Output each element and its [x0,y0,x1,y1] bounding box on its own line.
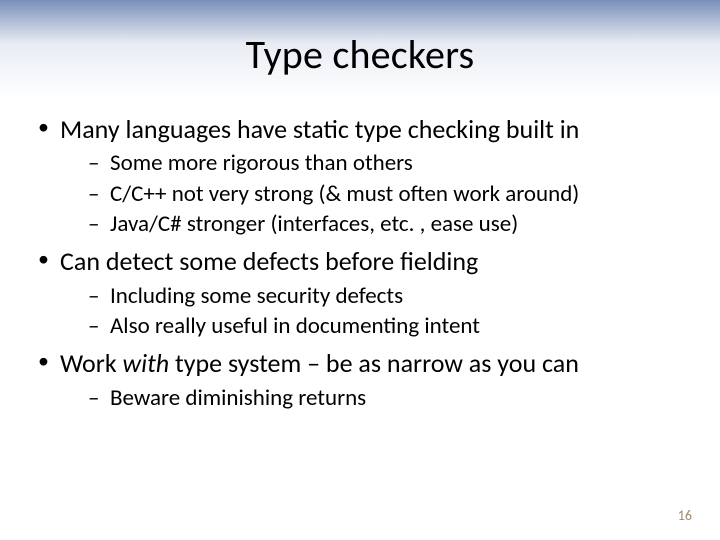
sub-bullet-text: Including some security defects [110,282,403,310]
sub-bullet: Including some security defects [60,281,686,311]
sub-bullet-text: Java/C# stronger (interfaces, etc. , eas… [110,210,518,238]
sub-bullet: Some more rigorous than others [60,148,686,178]
bullet-3-emphasis: with [123,347,170,379]
sub-bullet: Also really useful in documenting intent [60,311,686,341]
sub-bullet-text: Also really useful in documenting intent [110,312,480,340]
sub-bullet-text: Beware diminishing returns [110,384,366,412]
bullet-1: Many languages have static type checking… [34,113,686,239]
slide-title: Type checkers [34,30,686,79]
bullet-1-text: Many languages have static type checking… [60,113,579,145]
bullet-2-text: Can detect some defects before fielding [60,245,478,277]
sub-bullet-text: C/C++ not very strong (& must often work… [110,180,579,208]
bullet-3: Work with type system – be as narrow as … [34,347,686,413]
sub-bullet-text: Some more rigorous than others [110,149,413,177]
sub-bullet: Java/C# stronger (interfaces, etc. , eas… [60,209,686,239]
sub-bullet: Beware diminishing returns [60,383,686,413]
bullet-2: Can detect some defects before fielding … [34,245,686,341]
content-list: Many languages have static type checking… [34,113,686,413]
bullet-3-sublist: Beware diminishing returns [60,383,686,413]
bullet-3-suffix: type system – be as narrow as you can [169,347,579,379]
page-number: 16 [678,507,692,524]
bullet-3-prefix: Work [60,347,123,379]
sub-bullet: C/C++ not very strong (& must often work… [60,179,686,209]
slide: Type checkers Many languages have static… [0,0,720,540]
bullet-1-sublist: Some more rigorous than others C/C++ not… [60,148,686,239]
bullet-2-sublist: Including some security defects Also rea… [60,281,686,342]
